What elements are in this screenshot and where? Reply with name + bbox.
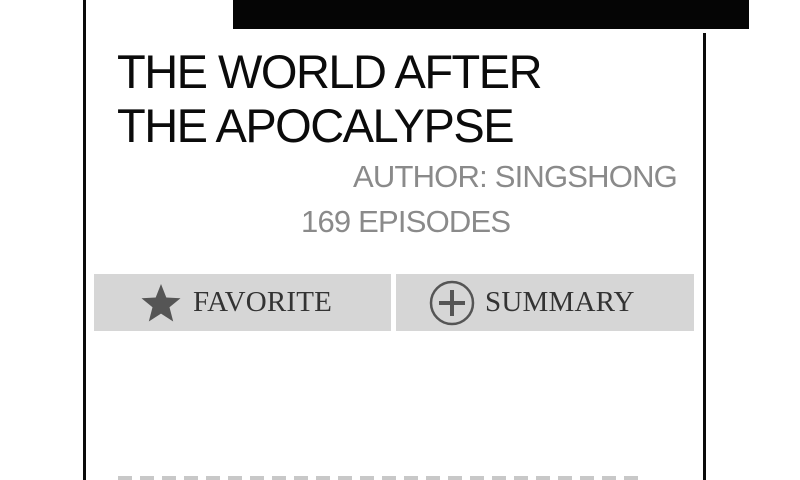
author-label: AUTHOR: SINGSHONG	[353, 159, 678, 194]
page-title: THE WORLD AFTER THE APOCALYPSE	[117, 45, 677, 153]
frame-left-border	[83, 0, 86, 480]
top-black-bar	[233, 0, 749, 29]
bottom-divider	[118, 476, 638, 480]
plus-circle-icon	[429, 280, 475, 326]
title-line-2: THE APOCALYPSE	[117, 99, 515, 152]
episode-count: 169 EPISODES	[301, 204, 511, 239]
summary-button[interactable]: SUMMARY	[396, 274, 694, 331]
title-line-1: THE WORLD AFTER	[117, 45, 543, 98]
favorite-button-label: FAVORITE	[193, 286, 333, 318]
star-icon	[140, 283, 182, 323]
frame-right-border	[703, 33, 706, 480]
summary-button-label: SUMMARY	[485, 286, 635, 318]
favorite-button[interactable]: FAVORITE	[94, 274, 391, 331]
